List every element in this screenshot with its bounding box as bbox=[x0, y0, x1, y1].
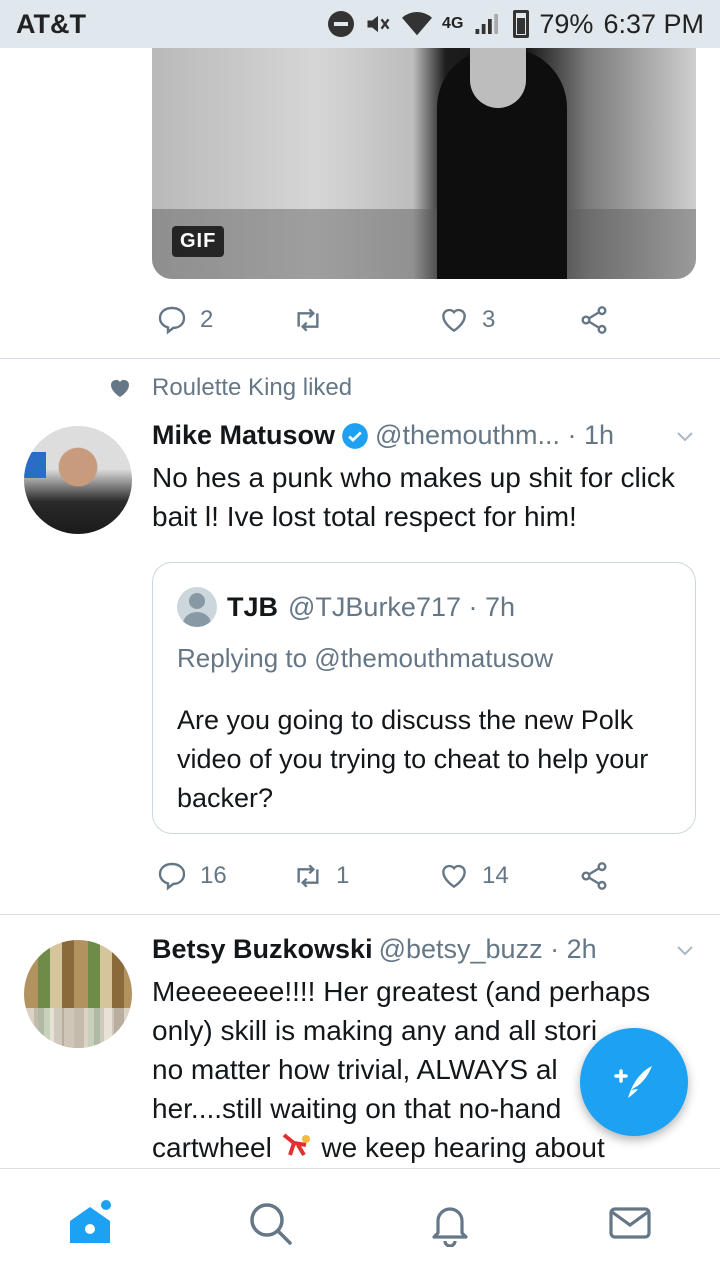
search-icon bbox=[250, 1203, 292, 1245]
share-button[interactable] bbox=[578, 860, 610, 892]
replying-to-label: Replying to @themouthmatusow bbox=[177, 643, 554, 673]
retweet-icon bbox=[297, 864, 319, 888]
tweet-body: No hes a punk who makes up shit for clic… bbox=[152, 462, 675, 532]
chevron-down-icon[interactable] bbox=[673, 424, 697, 448]
author-handle[interactable]: @themouthm... · 1h bbox=[375, 420, 614, 451]
tweet-line: Meeeeeee!!!! Her greatest (and perhaps bbox=[152, 976, 651, 1007]
retweet-count: 1 bbox=[336, 862, 350, 889]
author-name[interactable]: Betsy Buzkowski bbox=[152, 934, 373, 965]
tweet-header: Mike Matusow @themouthm... · 1h bbox=[152, 420, 697, 451]
retweet-button[interactable] bbox=[292, 304, 336, 336]
default-avatar-icon bbox=[177, 587, 217, 627]
social-context: Roulette King liked bbox=[108, 374, 352, 402]
like-button[interactable]: 14 bbox=[438, 860, 509, 892]
tab-messages[interactable] bbox=[606, 1199, 654, 1247]
tab-notifications[interactable] bbox=[426, 1199, 474, 1248]
quoted-author-handle: @TJBurke717 · 7h bbox=[288, 591, 516, 622]
tweet-actions: 16 1 14 bbox=[152, 856, 632, 896]
do-not-disturb-icon bbox=[328, 11, 355, 37]
gif-sofa-shape bbox=[152, 209, 696, 279]
tweet-divider bbox=[0, 358, 720, 359]
battery-icon bbox=[513, 10, 530, 38]
clock: 6:37 PM bbox=[603, 8, 704, 39]
quoted-tweet-header: TJB @TJBurke717 · 7h bbox=[177, 587, 515, 627]
avatar[interactable] bbox=[24, 940, 132, 1048]
envelope-icon bbox=[609, 1207, 651, 1239]
tweet-actions: 2 3 bbox=[152, 300, 632, 340]
tweet-line-with-emoji: cartwheel we keep hearing about bbox=[152, 1128, 697, 1167]
gif-badge: GIF bbox=[172, 226, 225, 257]
reply-icon bbox=[158, 862, 186, 891]
mute-icon bbox=[364, 10, 392, 38]
retweet-icon bbox=[297, 308, 319, 332]
chevron-down-icon[interactable] bbox=[673, 938, 697, 962]
heart-icon bbox=[442, 864, 466, 889]
gif-media[interactable]: GIF bbox=[152, 48, 696, 279]
wifi-icon bbox=[402, 11, 433, 37]
author-handle[interactable]: @betsy_buzz · 2h bbox=[379, 934, 597, 965]
social-context-text: Roulette King liked bbox=[152, 374, 353, 401]
author-name[interactable]: Mike Matusow bbox=[152, 420, 335, 451]
status-bar: AT&T 4G 79% 6:37 PM bbox=[0, 0, 720, 48]
quoted-author-name: TJB bbox=[227, 591, 279, 622]
verified-badge-icon bbox=[342, 422, 368, 449]
compose-button[interactable] bbox=[580, 1028, 688, 1136]
share-icon bbox=[581, 306, 607, 334]
network-type-label: 4G bbox=[442, 15, 464, 32]
quoted-tweet[interactable]: TJB @TJBurke717 · 7h Replying to @themou… bbox=[152, 562, 696, 834]
bell-icon bbox=[432, 1207, 468, 1248]
cartwheel-emoji-icon bbox=[282, 1133, 310, 1157]
tweet-line-part: we keep hearing about bbox=[321, 1132, 605, 1163]
like-button[interactable]: 3 bbox=[438, 304, 495, 336]
like-count: 3 bbox=[482, 306, 496, 333]
signal-icon bbox=[473, 11, 503, 37]
retweet-button[interactable]: 1 bbox=[292, 860, 349, 892]
heart-filled-icon bbox=[111, 380, 129, 397]
share-button[interactable] bbox=[578, 304, 610, 336]
tweet-divider bbox=[0, 914, 720, 915]
reply-count: 2 bbox=[200, 306, 214, 333]
reply-button[interactable]: 16 bbox=[156, 860, 227, 892]
avatar[interactable] bbox=[24, 426, 132, 534]
carrier-label: AT&T bbox=[16, 8, 86, 39]
battery-percent: 79% bbox=[539, 8, 594, 39]
gif-face-shape bbox=[470, 48, 526, 108]
compose-icon bbox=[614, 1066, 652, 1098]
home-icon bbox=[70, 1200, 111, 1243]
tab-search[interactable] bbox=[246, 1199, 294, 1247]
bottom-tab-bar bbox=[0, 1168, 720, 1280]
share-icon bbox=[581, 862, 607, 890]
reply-icon bbox=[158, 306, 186, 335]
reply-count: 16 bbox=[200, 862, 227, 889]
tab-home[interactable] bbox=[66, 1199, 114, 1247]
heart-icon bbox=[442, 308, 466, 333]
quoted-tweet-body: Are you going to discuss the new Polk vi… bbox=[177, 705, 649, 813]
avatar-logo-shape bbox=[24, 452, 46, 478]
tweet-header: Betsy Buzkowski @betsy_buzz · 2h bbox=[152, 934, 697, 965]
like-count: 14 bbox=[482, 862, 509, 889]
reply-button[interactable]: 2 bbox=[156, 304, 213, 336]
tweet-line-part: cartwheel bbox=[152, 1132, 272, 1163]
